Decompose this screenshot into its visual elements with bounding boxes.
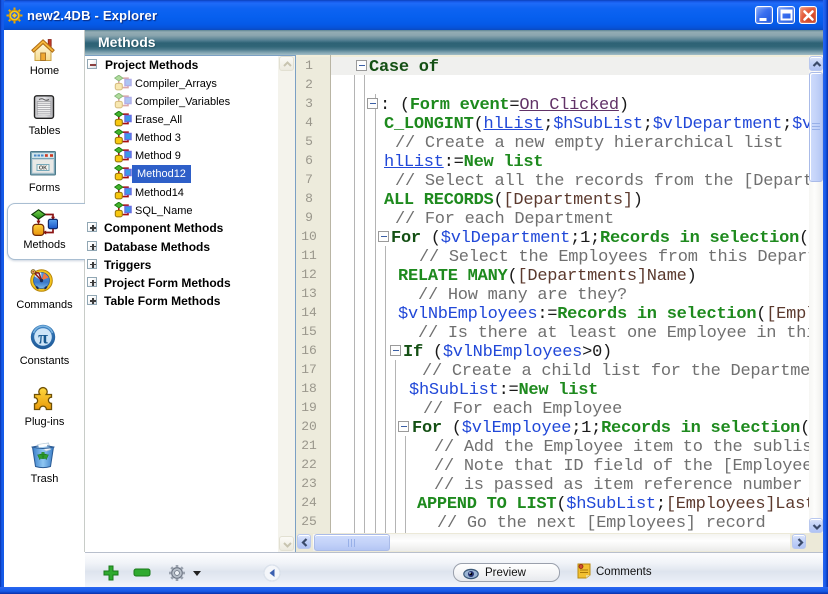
svg-text:π: π xyxy=(38,328,48,348)
svg-text:OK: OK xyxy=(39,165,47,171)
